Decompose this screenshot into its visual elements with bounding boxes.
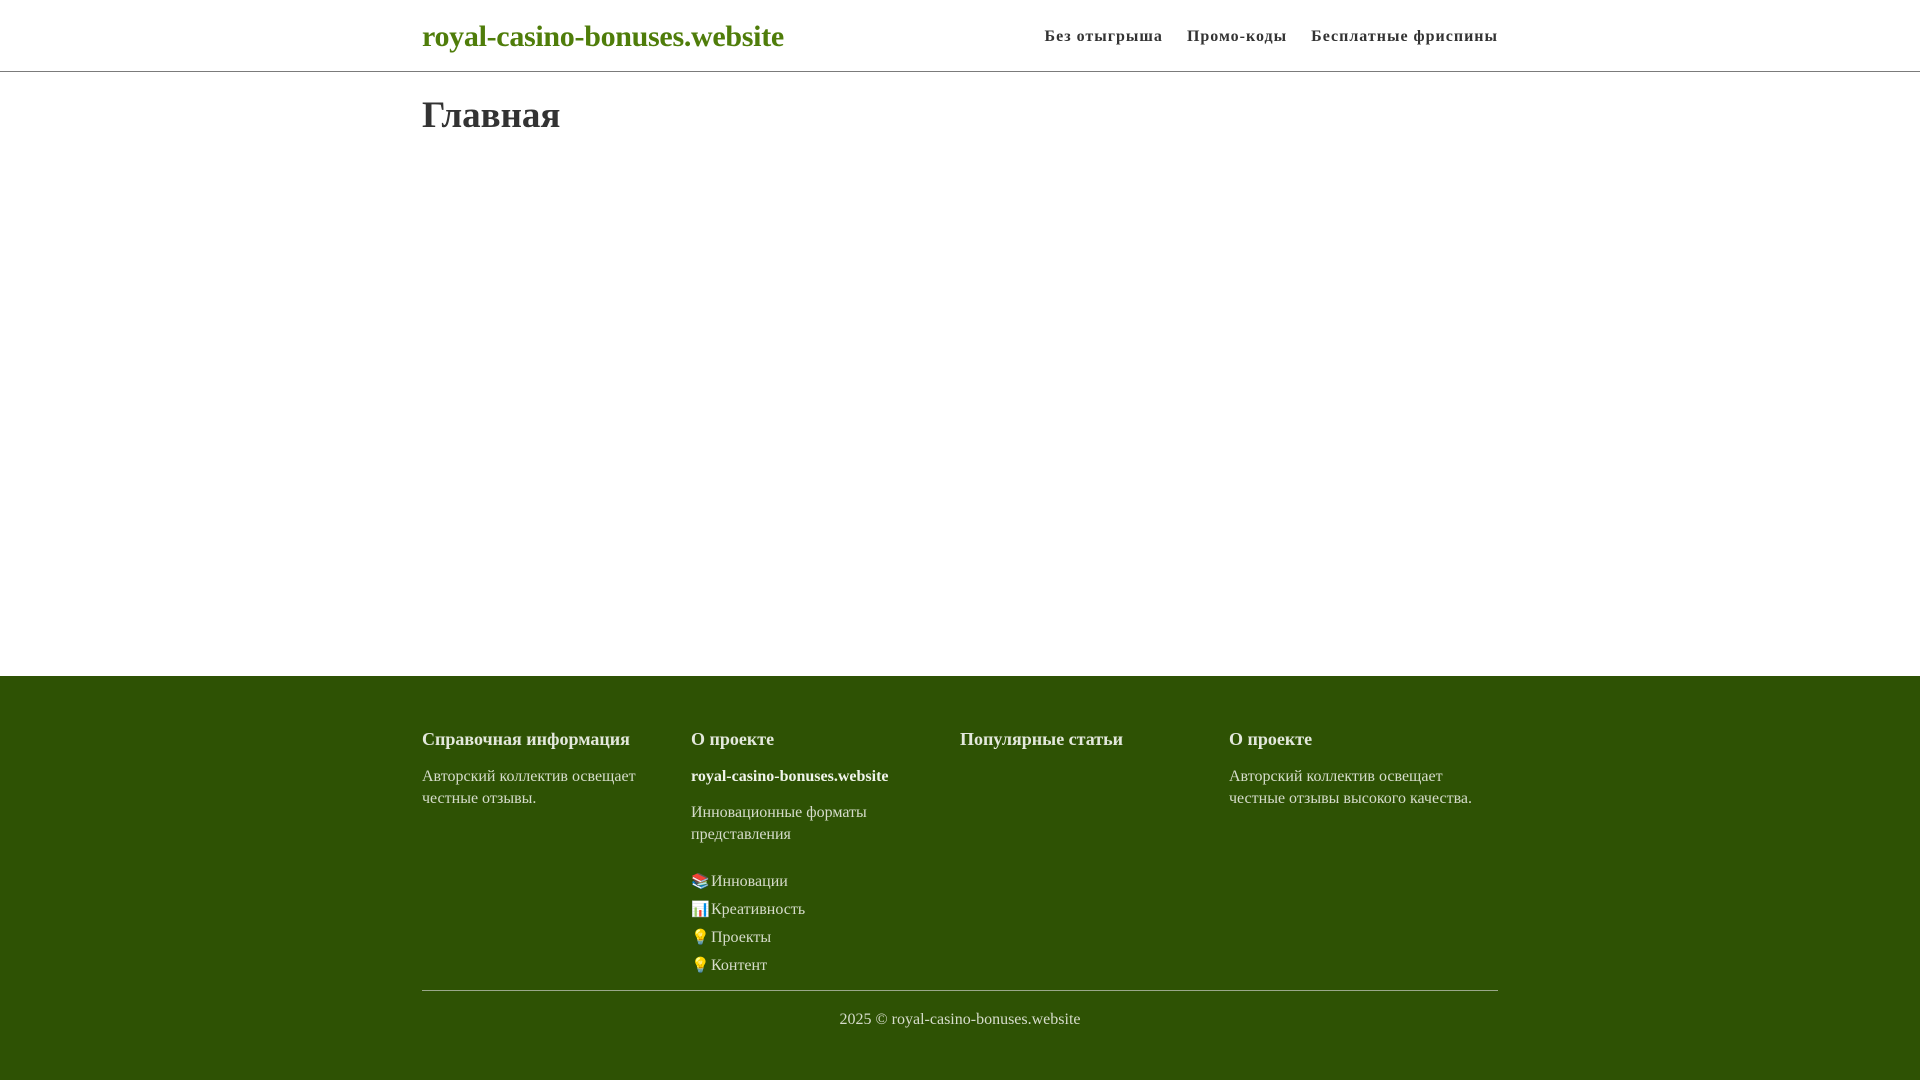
footer-heading-popular: Популярные статьи [960, 729, 1124, 749]
main-nav: Без отыгрыша Промо-коды Бесплатные фрисп… [1045, 28, 1498, 46]
nav-link-promo-codes[interactable]: Промо-коды [1187, 28, 1287, 46]
bar-chart-icon: 📊 [691, 900, 710, 918]
footer-list-item: 📚Инновации [691, 870, 960, 893]
footer-heading-about-2: О проекте [1229, 729, 1313, 749]
footer-columns: Справочная информация Авторский коллекти… [422, 676, 1498, 982]
page: royal-casino-bonuses.website Без отыгрыш… [0, 0, 1920, 1080]
footer-list-item: 💡Проекты [691, 926, 960, 949]
footer-link-innovations[interactable]: Инновации [711, 873, 788, 890]
footer-column-about-2: О проекте Авторский коллектив освещает ч… [1229, 726, 1498, 982]
footer-column-reference: Справочная информация Авторский коллекти… [422, 726, 691, 982]
footer-link-creativity[interactable]: Креативность [711, 901, 805, 918]
footer-text-about: Инновационные форматы представления [691, 804, 867, 843]
footer-column-popular: Популярные статьи [960, 726, 1229, 982]
footer-list-item: 📊Креативность [691, 898, 960, 921]
page-title: Главная [422, 95, 561, 136]
light-bulb-icon: 💡 [691, 928, 710, 946]
footer-link-content[interactable]: Контент [711, 957, 767, 974]
nav-link-no-wagering[interactable]: Без отыгрыша [1045, 28, 1163, 46]
footer-text-about-2: Авторский коллектив освещает честные отз… [1229, 768, 1473, 807]
light-bulb-icon: 💡 [691, 956, 710, 974]
footer-divider [422, 990, 1498, 991]
nav-link-free-spins[interactable]: Бесплатные фриспины [1311, 28, 1498, 46]
footer-container: Справочная информация Авторский коллекти… [422, 676, 1498, 1080]
footer-column-about: О проекте royal-casino-bonuses.website И… [691, 726, 960, 982]
copyright-text: 2025 © royal-casino-bonuses.website [839, 1011, 1081, 1028]
footer-link-list: 📚Инновации 📊Креативность 💡Проекты 💡Конте… [691, 870, 960, 977]
main-content: Главная [0, 72, 1920, 675]
header-container: royal-casino-bonuses.website Без отыгрыш… [422, 0, 1498, 72]
footer-heading-reference: Справочная информация [422, 729, 630, 749]
footer-heading-about: О проекте [691, 729, 775, 749]
main-container: Главная [422, 72, 1498, 138]
site-title-link[interactable]: royal-casino-bonuses.website [422, 20, 784, 54]
site-header: royal-casino-bonuses.website Без отыгрыш… [0, 0, 1920, 72]
footer-list-item: 💡Контент [691, 954, 960, 977]
footer-brand-name: royal-casino-bonuses.website [691, 768, 889, 785]
site-footer: Справочная информация Авторский коллекти… [0, 676, 1920, 1080]
footer-text-reference: Авторский коллектив освещает честные отз… [422, 768, 636, 807]
footer-link-projects[interactable]: Проекты [711, 929, 771, 946]
books-icon: 📚 [691, 872, 710, 890]
